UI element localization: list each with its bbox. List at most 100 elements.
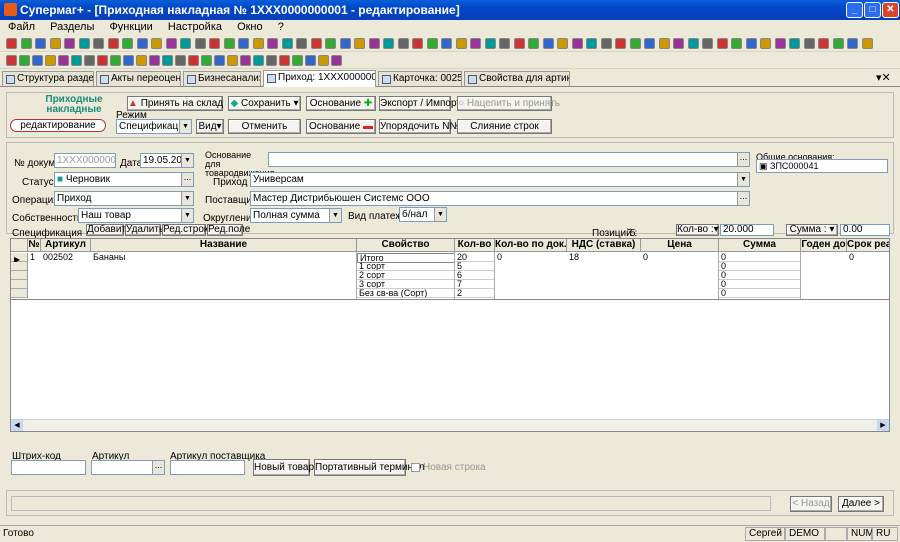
toolbar-tool-icon[interactable] xyxy=(412,38,423,49)
row-selector[interactable] xyxy=(11,289,28,298)
toolbar-tool-icon[interactable] xyxy=(484,38,496,49)
toolbar-tool-icon[interactable] xyxy=(84,55,95,66)
cell-vat[interactable]: 18 xyxy=(567,253,641,262)
toolbar-tool-icon[interactable] xyxy=(331,55,342,66)
operation-select[interactable]: Приход ▼ xyxy=(54,191,194,206)
common-basis-list[interactable]: ▣ ЗПС000041 xyxy=(756,159,888,173)
toolbar-tool-icon[interactable] xyxy=(528,38,539,49)
add-row-button[interactable]: Добавить xyxy=(86,224,131,236)
toolbar-tool-icon[interactable] xyxy=(673,38,684,49)
cell-no[interactable]: 1 xyxy=(28,253,41,262)
close-tab-icon[interactable]: ▾✕ xyxy=(876,71,891,84)
toolbar-tool-icon[interactable] xyxy=(180,38,191,49)
toolbar-tool-icon[interactable] xyxy=(861,38,873,49)
toolbar-tool-icon[interactable] xyxy=(499,38,510,49)
toolbar-tool-icon[interactable] xyxy=(110,55,121,66)
toolbar-tool-icon[interactable] xyxy=(214,55,225,66)
toolbar-tool-icon[interactable] xyxy=(188,55,199,66)
cell-sum[interactable]: 0 xyxy=(719,253,801,262)
toolbar-tool-icon[interactable] xyxy=(774,38,786,49)
minimize-button[interactable]: _ xyxy=(846,2,863,18)
row-selector[interactable] xyxy=(11,271,28,280)
toolbar-tool-icon[interactable] xyxy=(513,38,525,49)
toolbar-tool-icon[interactable] xyxy=(267,38,278,49)
toolbar-tool-icon[interactable] xyxy=(238,38,249,49)
toolbar-tool-icon[interactable] xyxy=(93,38,104,49)
col-sum[interactable]: Сумма xyxy=(719,239,801,252)
toolbar-tool-icon[interactable] xyxy=(339,38,351,49)
toolbar-tool-icon[interactable] xyxy=(455,38,467,49)
toolbar-tool-icon[interactable] xyxy=(615,38,626,49)
row-selector[interactable] xyxy=(11,280,28,289)
date-field[interactable]: 19.05.2009 ▼ xyxy=(140,153,194,168)
toolbar-tool-icon[interactable] xyxy=(397,38,409,49)
toolbar-tool-icon[interactable] xyxy=(240,55,251,66)
article-input[interactable]: ... xyxy=(91,460,165,475)
toolbar-tool-icon[interactable] xyxy=(253,55,264,66)
toolbar-tool-icon[interactable] xyxy=(789,38,800,49)
col-property[interactable]: Свойство xyxy=(357,239,455,252)
toolbar-tool-icon[interactable] xyxy=(165,38,177,49)
save-button[interactable]: ◆ Сохранить ▾ xyxy=(228,96,301,111)
col-name[interactable]: Название xyxy=(91,239,357,252)
menu-help[interactable]: ? xyxy=(278,21,284,33)
edit-field-button[interactable]: Ред.поле xyxy=(207,224,250,236)
toolbar-tool-icon[interactable] xyxy=(149,55,160,66)
cell-property[interactable]: Без св-ва (Сорт) xyxy=(357,289,455,298)
toolbar-tool-icon[interactable] xyxy=(223,38,235,49)
qty-total-button[interactable]: Кол-во :▾ xyxy=(676,224,719,236)
cell-sum[interactable]: 0 xyxy=(719,262,801,271)
toolbar-tool-icon[interactable] xyxy=(310,38,322,49)
col-qty-doc[interactable]: Кол-во по док. xyxy=(495,239,567,252)
cell-qty[interactable]: 5 xyxy=(455,262,495,271)
toolbar-tool-icon[interactable] xyxy=(325,38,336,49)
toolbar-tool-icon[interactable] xyxy=(600,38,612,49)
cell-property[interactable]: 1 сорт xyxy=(357,262,455,271)
maximize-button[interactable]: □ xyxy=(864,2,881,18)
toolbar-tool-icon[interactable] xyxy=(49,38,61,49)
toolbar-tool-icon[interactable] xyxy=(745,38,757,49)
toolbar-tool-icon[interactable] xyxy=(162,55,173,66)
row-selector[interactable] xyxy=(11,262,28,271)
toolbar-tool-icon[interactable] xyxy=(227,55,238,66)
edit-row-button[interactable]: Ред.строку xyxy=(162,224,213,236)
toolbar-tool-icon[interactable] xyxy=(803,38,815,49)
order-button[interactable]: Упорядочить N№ xyxy=(379,119,460,134)
toolbar-tool-icon[interactable] xyxy=(136,55,147,66)
cell-sum[interactable]: 0 xyxy=(719,271,801,280)
cell-property[interactable]: 2 сорт xyxy=(357,271,455,280)
toolbar-tool-icon[interactable] xyxy=(658,38,670,49)
col-qty[interactable]: Кол-во xyxy=(455,239,495,252)
toolbar-tool-icon[interactable] xyxy=(6,38,17,49)
cancel-button[interactable]: Отменить xyxy=(228,119,301,134)
toolbar-tool-icon[interactable] xyxy=(832,38,844,49)
toolbar-tool-icon[interactable] xyxy=(32,55,43,66)
new-item-button[interactable]: Новый товар xyxy=(253,459,314,476)
toolbar-tool-icon[interactable] xyxy=(97,55,108,66)
col-article[interactable]: Артикул xyxy=(41,239,91,252)
toolbar-tool-icon[interactable] xyxy=(292,55,303,66)
toolbar-tool-icon[interactable] xyxy=(201,55,212,66)
toolbar-tool-icon[interactable] xyxy=(818,38,829,49)
menu-sections[interactable]: Разделы xyxy=(50,21,94,33)
next-button[interactable]: Далее > xyxy=(838,496,884,512)
toolbar-tool-icon[interactable] xyxy=(209,38,220,49)
cell-qty[interactable]: 2 xyxy=(455,289,495,298)
toolbar-tool-icon[interactable] xyxy=(847,38,858,49)
scroll-right-icon[interactable]: ▶ xyxy=(877,420,889,431)
view-button[interactable]: Вид▾ xyxy=(196,119,224,134)
owner-select[interactable]: Наш товар ▼ xyxy=(78,208,194,223)
toolbar-tool-icon[interactable] xyxy=(731,38,742,49)
cell-name[interactable]: Бананы xyxy=(91,253,357,262)
toolbar-tool-icon[interactable] xyxy=(122,38,133,49)
col-term[interactable]: Срок реа xyxy=(847,239,889,252)
toolbar-tool-icon[interactable] xyxy=(58,55,69,66)
toolbar-tool-icon[interactable] xyxy=(281,38,293,49)
rounding-select[interactable]: Полная сумма ▼ xyxy=(250,208,342,223)
toolbar-tool-icon[interactable] xyxy=(252,38,264,49)
cell-price[interactable]: 0 xyxy=(641,253,719,262)
toolbar-tool-icon[interactable] xyxy=(35,38,46,49)
toolbar-tool-icon[interactable] xyxy=(305,55,316,66)
tab-income[interactable]: Приход: 1XXX0000000001 xyxy=(263,70,376,87)
toolbar-tool-icon[interactable] xyxy=(71,55,82,66)
